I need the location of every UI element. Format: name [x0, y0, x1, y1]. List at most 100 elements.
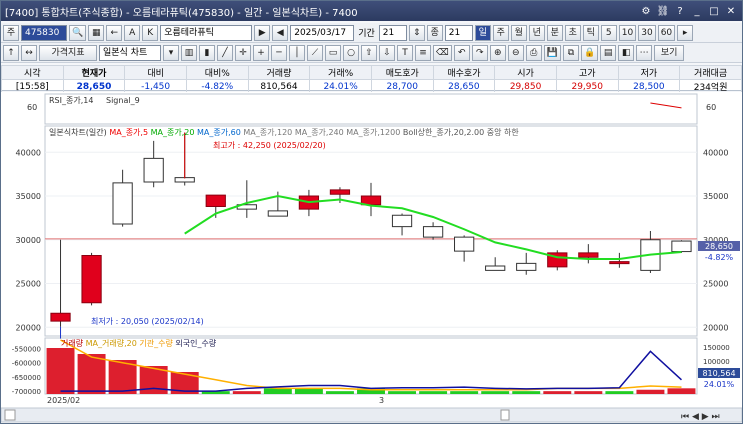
rsi-signal-legend: Signal_9 — [106, 96, 140, 105]
volume-bar — [325, 391, 354, 394]
scroll-left-button[interactable] — [4, 409, 16, 421]
candle-body — [485, 265, 506, 271]
interval-10-button[interactable]: 10 — [618, 24, 637, 41]
candle-body — [329, 189, 351, 195]
quote-header: 대비% — [185, 65, 249, 80]
color-icon[interactable]: ◧ — [618, 44, 635, 61]
forward-button[interactable]: ↔ — [21, 44, 37, 61]
chart-area[interactable]: 20000 20000 25000 25000 30000 30000 35000 35000… — [0, 92, 743, 423]
chevron-down-icon[interactable]: ▾ — [163, 44, 179, 61]
search-icon[interactable]: 🔍 — [69, 24, 87, 41]
K-button[interactable]: K — [142, 24, 159, 41]
lock-icon[interactable]: 🔒 — [580, 44, 599, 61]
scroll-bar[interactable] — [0, 407, 743, 423]
interval-5-button[interactable]: 5 — [600, 24, 617, 41]
view-button[interactable]: 보기 — [654, 44, 685, 61]
quote-header: 대비 — [124, 65, 187, 80]
count-input[interactable]: 21 — [444, 24, 473, 41]
help-icon[interactable]: ? — [673, 5, 687, 18]
quote-header-row: 시각 현재가 대비 대비% 거래량 거래% 매도호가 매수호가 시가 고가 저가… — [1, 65, 742, 80]
save-icon[interactable]: 💾 — [543, 44, 561, 61]
horizontal-line-icon[interactable]: ─ — [271, 44, 287, 61]
rsi-level-left: 60 — [27, 103, 37, 112]
stock-name-field[interactable]: 오름테라퓨틱 — [160, 24, 253, 41]
volume-bar — [481, 391, 510, 394]
y-tick-label: 35000 — [16, 192, 41, 201]
rsi-level-right: 60 — [706, 103, 716, 112]
quote-panel: 시각 현재가 대비 대비% 거래량 거래% 매도호가 매수호가 시가 고가 저가… — [1, 65, 742, 94]
trend-line-icon[interactable]: ⟋ — [307, 44, 323, 61]
price-legend-item: MA_종가,5 — [109, 128, 148, 137]
period-button-tick[interactable]: 틱 — [582, 24, 599, 41]
back-button[interactable]: ↑ — [3, 44, 19, 61]
redo-icon[interactable]: ↷ — [471, 44, 488, 61]
count-label[interactable]: 종 — [426, 24, 443, 41]
play-prev-icon[interactable]: ◀ — [272, 24, 289, 41]
options-icon[interactable]: ⋯ — [636, 44, 653, 61]
interval-30-button[interactable]: 30 — [638, 24, 656, 41]
arrow-down-icon[interactable]: ⇩ — [379, 44, 395, 61]
quote-header: 저가 — [617, 65, 681, 80]
period-input[interactable]: 21 — [378, 24, 407, 41]
up-down-icon[interactable]: ⇕ — [408, 24, 425, 41]
candle-body — [267, 210, 288, 217]
scroll-thumb[interactable] — [500, 409, 510, 421]
copy-icon[interactable]: ⧉ — [562, 44, 579, 61]
vertical-line-icon[interactable]: │ — [289, 44, 305, 61]
y-tick-label-right: 20000 — [703, 323, 728, 332]
code-input[interactable]: 475830 — [21, 24, 67, 41]
minimize-icon[interactable]: _ — [690, 5, 704, 18]
fib-icon[interactable]: ≡ — [415, 44, 431, 61]
line-icon[interactable]: ╱ — [217, 44, 233, 61]
title-bar: [7400] 통합차트(주식종합) - 오름테라퓨틱(475830) - 일간 … — [1, 1, 742, 21]
quote-header: 시가 — [494, 65, 557, 80]
expand-icon[interactable]: ▸ — [677, 24, 694, 41]
quote-header: 매도호가 — [370, 65, 434, 80]
candle-body — [391, 214, 413, 228]
bar-chart-icon[interactable]: ▥ — [181, 44, 197, 61]
close-icon[interactable]: ✕ — [724, 5, 738, 18]
chart-type-select[interactable]: 일본식 차트 — [99, 44, 161, 61]
volume-bar — [388, 391, 417, 394]
high-annotation: 최고가 : 42,250 (2025/02/20) — [213, 140, 326, 150]
scroll-end-icon[interactable]: ⏮ ◀ ▶ ⏭ — [681, 412, 720, 422]
text-icon[interactable]: T — [397, 44, 413, 61]
A-button[interactable]: A — [124, 24, 141, 41]
price-legend-item: 일본식차트(일간) — [49, 127, 107, 137]
y-tick-label: 20000 — [16, 323, 41, 332]
date-input[interactable]: 2025/03/17 — [290, 24, 355, 41]
zoom-in-icon[interactable]: ⊕ — [489, 44, 506, 61]
volume-pct-tag: 24.01% — [704, 380, 735, 389]
interval-60-button[interactable]: 60 — [657, 24, 676, 41]
undo-icon[interactable]: ↶ — [453, 44, 470, 61]
volume-bar — [574, 391, 603, 394]
crosshair-icon[interactable]: + — [253, 44, 269, 61]
link-icon[interactable]: ⛓ — [656, 5, 670, 18]
chart-svg[interactable]: 20000 2000025000 2500030000 3000035000 35000… — [0, 92, 743, 423]
candle-icon[interactable]: ▮ — [199, 44, 215, 61]
period-button-day[interactable]: 일 — [474, 24, 491, 41]
arrow-up-icon[interactable]: ⇧ — [361, 44, 377, 61]
grid-icon[interactable]: ▦ — [88, 24, 105, 41]
erase-icon[interactable]: ⌫ — [433, 44, 452, 61]
play-next-icon[interactable]: ▶ — [254, 24, 271, 41]
volume-bar — [419, 391, 448, 394]
table-icon[interactable]: ▤ — [600, 44, 617, 61]
prev-button[interactable]: ← — [106, 24, 123, 41]
y-tick-label: 30000 — [16, 236, 41, 245]
circle-icon[interactable]: ○ — [343, 44, 359, 61]
rect-icon[interactable]: ▭ — [325, 44, 341, 61]
period-button-year[interactable]: 년 — [528, 24, 545, 41]
zoom-out-icon[interactable]: ⊖ — [507, 44, 524, 61]
period-button-week[interactable]: 주 — [492, 24, 509, 41]
cursor-icon[interactable]: ✛ — [235, 44, 251, 61]
period-button-minute[interactable]: 분 — [546, 24, 563, 41]
period-button-month[interactable]: 월 — [510, 24, 527, 41]
candle-body — [671, 240, 692, 253]
print-icon[interactable]: ⎙ — [525, 44, 542, 61]
settings-icon[interactable]: ⚙ — [639, 5, 653, 18]
maximize-icon[interactable]: □ — [707, 5, 721, 18]
price-indicator-button[interactable]: 가격지표 — [39, 44, 97, 61]
period-button-second[interactable]: 초 — [564, 24, 581, 41]
menu-button[interactable]: 주 — [3, 24, 19, 41]
